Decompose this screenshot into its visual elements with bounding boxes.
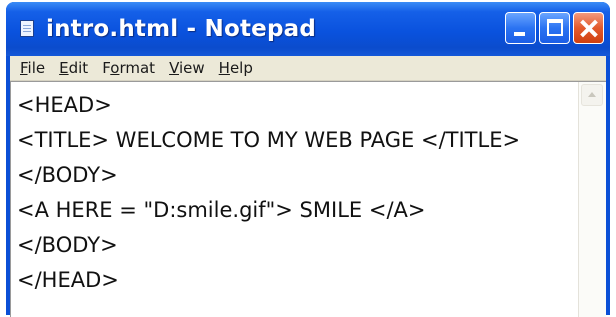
menu-file[interactable]: File (13, 59, 52, 77)
minimize-button[interactable] (505, 12, 536, 44)
menu-bar: File Edit Format View Help (10, 56, 606, 81)
text-editor[interactable]: <HEAD> <TITLE> WELCOME TO MY WEB PAGE </… (10, 81, 606, 317)
maximize-icon (547, 19, 563, 36)
text-line: <HEAD> (17, 93, 112, 117)
editor-content[interactable]: <HEAD> <TITLE> WELCOME TO MY WEB PAGE </… (17, 88, 574, 298)
text-line: </BODY> (17, 233, 118, 257)
close-button[interactable] (573, 12, 604, 44)
notepad-icon[interactable] (20, 20, 36, 38)
notepad-window: intro.html - Notepad File Edit Format Vi… (6, 2, 610, 317)
text-line: <TITLE> WELCOME TO MY WEB PAGE </TITLE> (17, 128, 521, 152)
menu-format[interactable]: Format (95, 59, 162, 77)
maximize-button[interactable] (539, 12, 570, 44)
scroll-up-arrow-icon[interactable] (581, 84, 603, 106)
title-bar[interactable]: intro.html - Notepad (6, 2, 610, 56)
menu-help[interactable]: Help (212, 59, 260, 77)
menu-edit[interactable]: Edit (52, 59, 95, 77)
text-line: <A HERE = "D:smile.gif"> SMILE </A> (17, 198, 426, 222)
vertical-scrollbar[interactable] (578, 82, 606, 317)
close-icon (574, 13, 603, 43)
text-line: </HEAD> (17, 268, 119, 292)
window-controls (505, 12, 604, 44)
minimize-icon (514, 32, 525, 36)
window-title: intro.html - Notepad (46, 16, 317, 42)
text-line: </BODY> (17, 163, 118, 187)
menu-view[interactable]: View (162, 59, 212, 77)
